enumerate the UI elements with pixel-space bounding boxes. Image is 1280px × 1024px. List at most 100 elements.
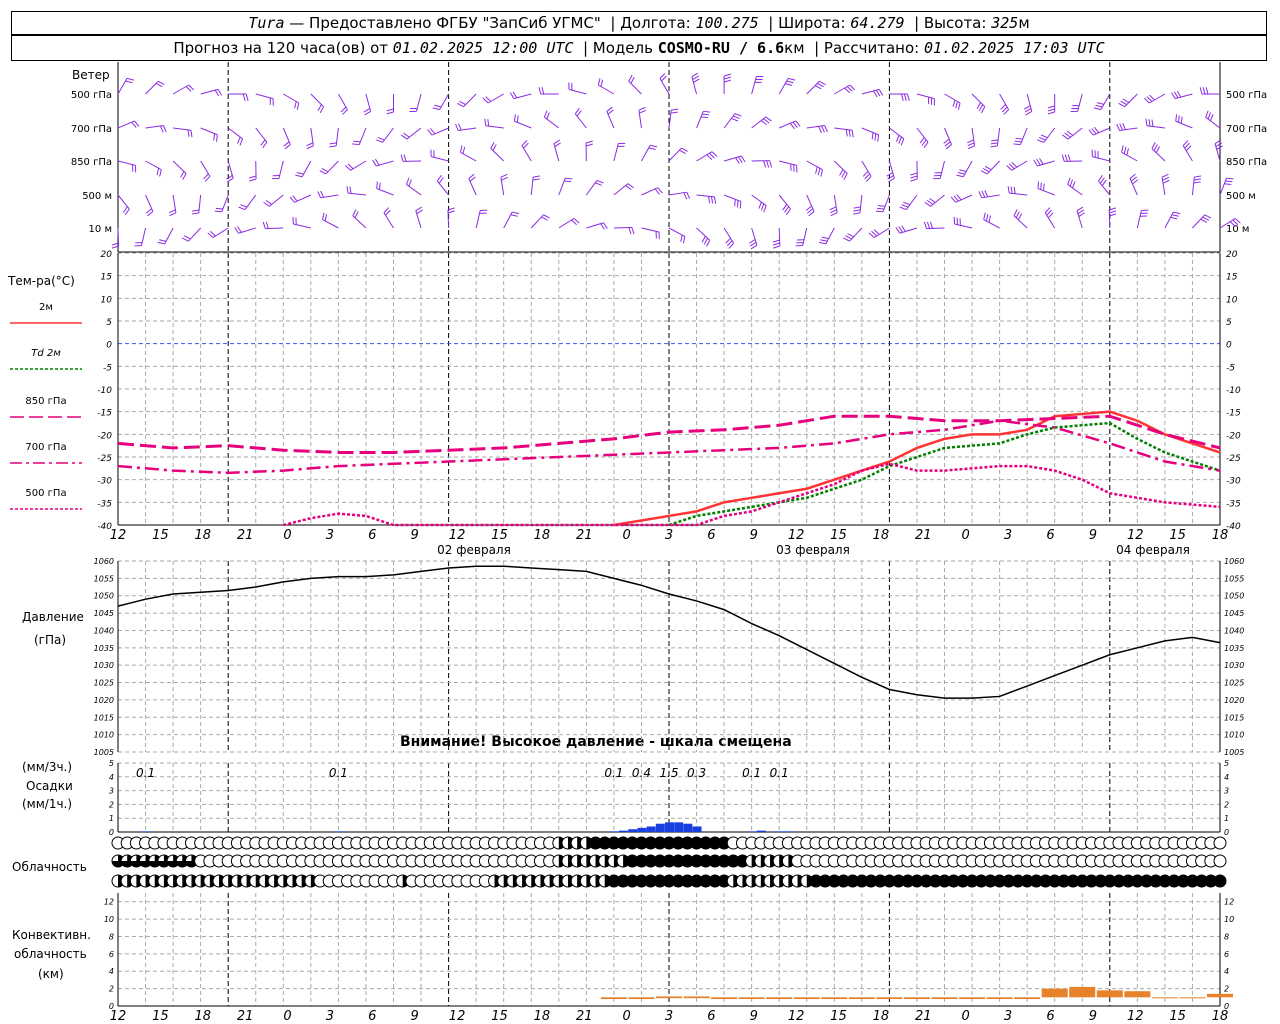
hour-label-mid: 9 — [750, 528, 758, 543]
conv-bar — [738, 997, 765, 1000]
wind-barb-feather — [919, 137, 925, 144]
wind-barb-feather — [1207, 112, 1212, 120]
precip-amount-label: 0.1 — [770, 766, 789, 780]
wind-barb-feather — [1062, 134, 1069, 140]
wind-barb-feather — [1109, 210, 1117, 214]
wind-barb-feather — [317, 191, 322, 199]
wind-barb-feather — [980, 170, 988, 175]
hour-label-bottom: 21 — [915, 1009, 932, 1024]
wind-barb-feather — [821, 125, 825, 133]
wind-barb-feather — [1123, 146, 1127, 154]
wind-barb-feather — [910, 178, 918, 182]
wind-barb-feather — [349, 186, 352, 194]
wind-barb-feather — [1178, 115, 1180, 123]
wind-barb-feather — [226, 174, 233, 180]
temp-tick-left: -15 — [97, 409, 112, 419]
wind-barb-feather — [731, 117, 739, 122]
wind-barb-feather — [830, 212, 838, 217]
hour-label-bottom: 12 — [449, 1009, 466, 1024]
temp-legend-label: 700 гПа — [25, 442, 66, 453]
wind-barb-feather — [237, 226, 242, 233]
wind-barb-feather — [606, 106, 613, 112]
hour-label-bottom: 0 — [962, 1009, 970, 1024]
wind-barb-feather — [320, 190, 325, 198]
hour-label-bottom: 15 — [1169, 1009, 1186, 1024]
pressure-tick-left: 1020 — [94, 696, 114, 705]
wind-barb-feather — [871, 132, 874, 140]
wind-barb-feather — [532, 178, 540, 181]
wind-barb-feather — [1162, 179, 1170, 184]
wind-barb-feather — [982, 168, 990, 173]
wind-barb-feather — [760, 120, 768, 126]
precip-bar — [619, 830, 629, 832]
precip-bar — [784, 831, 794, 832]
wind-barb-feather — [976, 102, 981, 109]
wind-barb-feather — [245, 93, 249, 101]
hour-label-mid: 0 — [283, 528, 291, 543]
wind-barb-feather — [512, 211, 520, 215]
wind-barb-feather — [1037, 181, 1040, 189]
wind-barb-feather — [1118, 102, 1125, 108]
wind-barb-feather — [1205, 87, 1209, 95]
wind-barb-feather — [1121, 145, 1124, 153]
precip-tick-left: 4 — [109, 773, 114, 782]
wind-barb-feather — [353, 140, 361, 143]
wind-barb-feather — [352, 143, 360, 146]
conv-tick-left: 10 — [104, 915, 114, 924]
wind-barb-feather — [265, 221, 269, 229]
wind-barb-feather — [853, 209, 861, 212]
pressure-tick-left: 1060 — [94, 557, 114, 566]
wind-barb-feather — [533, 175, 541, 178]
wind-barb-feather — [845, 129, 848, 137]
wind-barb-feather — [190, 130, 193, 138]
conv-bar — [931, 997, 958, 1000]
temp-tick-right: -25 — [1226, 454, 1241, 464]
pressure-tick-right: 1005 — [1224, 748, 1244, 757]
wind-barb-feather — [216, 134, 218, 142]
wind-barb-feather — [706, 240, 711, 247]
temp-tick-right: -35 — [1226, 499, 1241, 509]
wind-barb-feather — [875, 89, 881, 97]
wind-barb-feather — [901, 204, 909, 208]
wind-barb-feather — [703, 110, 711, 113]
pressure-tick-left: 1050 — [94, 592, 114, 601]
precip-tick-left: 2 — [109, 800, 114, 809]
wind-barb-feather — [773, 245, 780, 249]
wind-barb-feather — [786, 80, 794, 84]
wind-barb-feather — [852, 212, 861, 215]
wind-barb-feather — [400, 154, 404, 162]
wind-barb-feather — [1076, 206, 1084, 212]
wind-barb-feather — [739, 201, 742, 209]
wind-barb-feather — [181, 237, 189, 242]
wind-barb-feather — [319, 170, 327, 175]
temp-tick-right: 10 — [1226, 295, 1238, 305]
wind-level-left: 700 гПа — [71, 124, 112, 135]
wind-barb-feather — [1067, 177, 1071, 185]
hour-label-mid: 21 — [237, 528, 254, 543]
wind-barb-feather — [1155, 146, 1161, 153]
wind-barb-feather — [1017, 213, 1023, 221]
wind-barb-feather — [1194, 175, 1202, 178]
wind-barb-feather — [679, 149, 686, 154]
wind-barb-feather — [585, 140, 593, 144]
wind-barb-feather — [1013, 186, 1016, 194]
wind-barb-feather — [734, 113, 742, 117]
wind-barb-feather — [234, 227, 239, 234]
hour-label-bottom: 18 — [534, 1009, 551, 1024]
wind-barb-feather — [1015, 211, 1020, 219]
wind-level-right: 850 гПа — [1226, 157, 1267, 168]
wind-barb-feather — [814, 85, 822, 90]
wind-barb-feather — [1180, 116, 1183, 124]
conv-bar — [1207, 993, 1233, 998]
wind-barb-feather — [159, 125, 164, 133]
temp-tick-left: -5 — [103, 363, 112, 373]
wind-barb-feather — [782, 204, 788, 211]
wind-barb-feather — [967, 142, 975, 147]
wind-barb-feather — [1088, 129, 1094, 136]
wind-barb-feather — [1078, 212, 1085, 217]
wind-barb-feather — [923, 221, 927, 229]
wind-barb-feather — [692, 75, 699, 80]
wind-barb-feather — [748, 239, 756, 244]
wind-barb-feather — [944, 141, 951, 147]
wind-barb-feather — [769, 160, 773, 168]
